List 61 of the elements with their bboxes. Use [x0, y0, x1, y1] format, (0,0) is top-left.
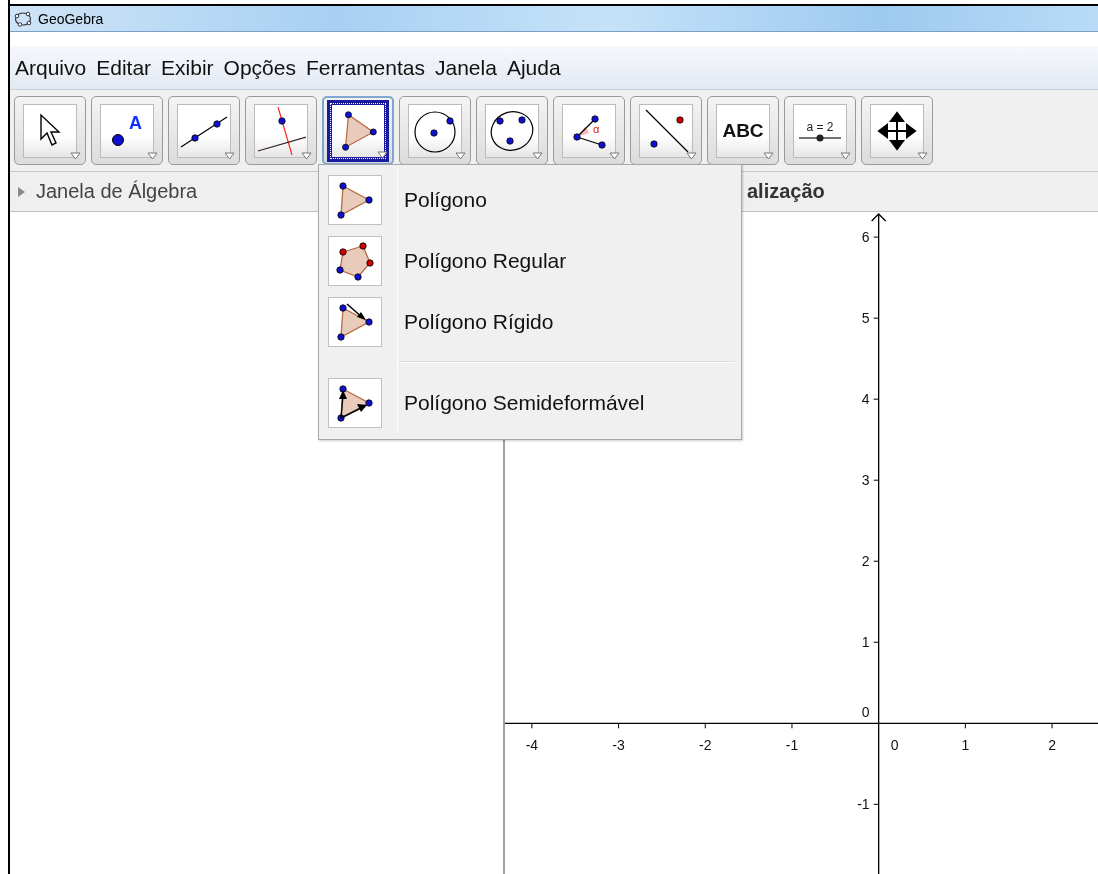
- caret-icon: [455, 152, 466, 160]
- ellipse-icon: [488, 108, 536, 153]
- caret-icon: [532, 152, 543, 160]
- tick-label: -1: [857, 796, 870, 813]
- origin-label: 0: [890, 737, 899, 754]
- circle-icon: [413, 108, 457, 153]
- panel-title: alização: [747, 180, 825, 203]
- expand-triangle-icon[interactable]: [16, 186, 26, 197]
- caret-icon: [147, 152, 158, 160]
- caret-icon: [763, 152, 774, 160]
- menu-option[interactable]: Polígono Regular: [404, 248, 567, 273]
- tick-label: 4: [861, 391, 870, 408]
- tick-label: 2: [861, 553, 870, 570]
- circle-tool-button[interactable]: [399, 96, 471, 165]
- tick-label: -1: [785, 737, 799, 754]
- cursor-arrow-icon: [38, 112, 62, 149]
- polygon-tool-button[interactable]: [322, 96, 394, 165]
- origin-label: 0: [861, 704, 870, 721]
- window-title: GeoGebra: [38, 10, 104, 27]
- tick-label: 1: [861, 634, 870, 651]
- reflect-tool-button[interactable]: [630, 96, 702, 165]
- menu-option[interactable]: Polígono Rígido: [404, 309, 554, 334]
- menu-item[interactable]: Janela: [434, 55, 498, 80]
- perpendicular-tool-button[interactable]: [245, 96, 317, 165]
- menu-item[interactable]: Exibir: [160, 55, 215, 80]
- menu-item[interactable]: Ajuda: [505, 55, 562, 80]
- text-icon: ABC: [722, 119, 764, 142]
- pointer-tool-button[interactable]: [14, 96, 86, 165]
- move-arrows-icon: [877, 110, 917, 151]
- caret-icon: [301, 152, 312, 160]
- text-tool-button[interactable]: ABC: [707, 96, 779, 165]
- panel-title: Janela de Álgebra: [36, 180, 198, 203]
- caret-icon: [840, 152, 851, 160]
- app-logo-icon: [14, 10, 32, 27]
- tick-label: -2: [699, 737, 712, 754]
- caret-icon: [377, 151, 388, 159]
- tick-label: 2: [1048, 737, 1056, 754]
- menu-item[interactable]: Editar: [95, 55, 153, 80]
- slider-tool-button[interactable]: a = 2: [784, 96, 856, 165]
- menu-option[interactable]: Polígono: [404, 187, 487, 212]
- caret-icon: [70, 152, 81, 160]
- tick-label: -4: [525, 737, 539, 754]
- caret-icon: [224, 152, 235, 160]
- angle-tool-button[interactable]: α: [553, 96, 625, 165]
- menu-item[interactable]: Opções: [222, 55, 297, 80]
- tick-label: -3: [612, 737, 625, 754]
- menu-option[interactable]: Polígono Semideformável: [404, 390, 645, 415]
- line-tool-button[interactable]: [168, 96, 240, 165]
- point-tool-button[interactable]: A: [91, 96, 163, 165]
- tick-label: 1: [961, 737, 970, 754]
- menu-item[interactable]: Ferramentas: [304, 55, 426, 80]
- tick-label: 5: [861, 310, 870, 327]
- conic-tool-button[interactable]: [476, 96, 548, 165]
- tick-label: 6: [861, 229, 870, 246]
- caret-icon: [609, 152, 620, 160]
- move-view-tool-button[interactable]: [861, 96, 933, 165]
- caret-icon: [917, 152, 928, 160]
- perpendicular-line-icon: [256, 106, 306, 155]
- tick-label: 3: [861, 472, 870, 489]
- menu-item[interactable]: Arquivo: [14, 55, 88, 80]
- caret-icon: [686, 152, 697, 160]
